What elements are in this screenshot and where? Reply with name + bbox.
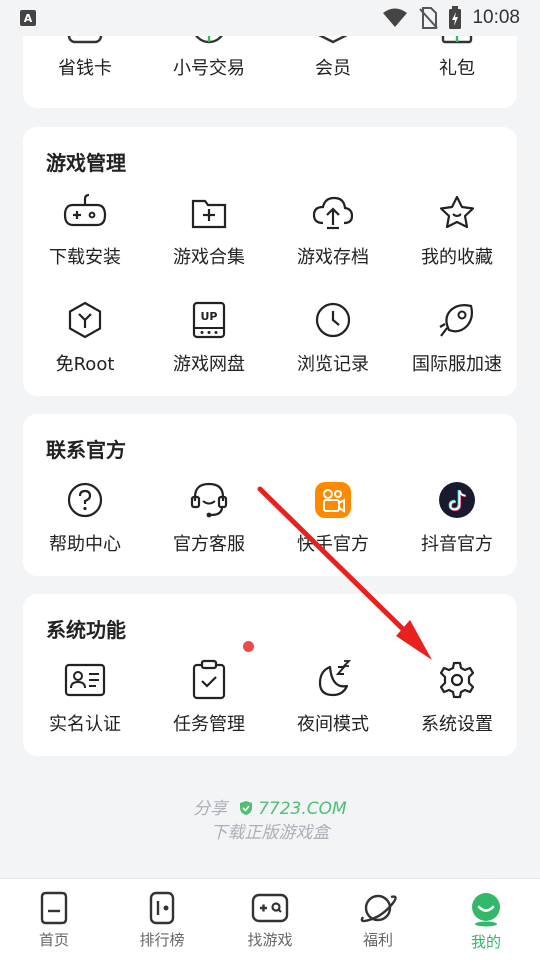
- tab-ranking[interactable]: 排行榜: [108, 879, 216, 960]
- game-management-card: 游戏管理 下载安装 游戏合集 游戏存档 我的收藏 免Root UP 游戏网盘 浏…: [23, 127, 517, 396]
- no-sim-icon: [419, 7, 439, 29]
- star-icon: [435, 191, 479, 235]
- item-no-root[interactable]: 免Root: [23, 298, 147, 376]
- item-game-save[interactable]: 游戏存档: [271, 191, 395, 269]
- item-game-collection[interactable]: 游戏合集: [147, 191, 271, 269]
- wifi-icon: [383, 8, 408, 27]
- item-kuaishou-official[interactable]: 快手官方: [271, 478, 395, 556]
- up-disk-icon: UP: [187, 298, 231, 342]
- section-title: 系统功能: [46, 618, 126, 642]
- item-help-center[interactable]: 帮助中心: [23, 478, 147, 556]
- clock-icon: [311, 298, 355, 342]
- bottom-tab-bar: 首页 排行榜 找游戏 福利 我的: [0, 878, 540, 960]
- item-browse-history[interactable]: 浏览记录: [271, 298, 395, 376]
- id-card-icon: [63, 658, 107, 702]
- tab-find-game[interactable]: 找游戏: [216, 879, 324, 960]
- question-icon: [63, 478, 107, 522]
- clipboard-check-icon: [187, 658, 231, 702]
- item-system-settings[interactable]: 系统设置: [395, 658, 519, 736]
- planet-icon: [360, 894, 397, 923]
- find-game-icon: [251, 893, 289, 923]
- footer-brand: 7723.COM: [258, 799, 347, 819]
- svg-text:UP: UP: [201, 310, 218, 323]
- clock-time: 10:08: [472, 7, 520, 28]
- brand-shield-icon: [239, 800, 253, 822]
- section-title: 联系官方: [46, 438, 126, 462]
- item-night-mode[interactable]: 夜间模式: [271, 658, 395, 736]
- item-customer-service[interactable]: 官方客服: [147, 478, 271, 556]
- tab-welfare[interactable]: 福利: [324, 879, 432, 960]
- gamepad-icon: [63, 191, 107, 235]
- item-game-disk[interactable]: UP 游戏网盘: [147, 298, 271, 376]
- footer-share: 分享: [193, 799, 228, 819]
- item-intl-accelerator[interactable]: 国际服加速: [395, 298, 519, 376]
- contact-official-card: 联系官方 帮助中心 官方客服 快手官方 抖音官方: [23, 414, 517, 576]
- status-bar: A 10:08: [0, 0, 540, 36]
- ranking-icon: [149, 891, 175, 925]
- footer-tagline: 下载正版游戏盒: [210, 823, 330, 843]
- tab-home[interactable]: 首页: [0, 879, 108, 960]
- home-icon: [40, 891, 68, 925]
- footer-branding: 分享 7723.COM 下载正版游戏盒: [0, 798, 540, 844]
- gear-icon: [435, 658, 479, 702]
- item-douyin-official[interactable]: 抖音官方: [395, 478, 519, 556]
- item-task-management[interactable]: 任务管理: [147, 658, 271, 736]
- item-download-install[interactable]: 下载安装: [23, 191, 147, 269]
- item-real-name-auth[interactable]: 实名认证: [23, 658, 147, 736]
- moon-icon: [311, 658, 355, 702]
- headset-icon: [187, 478, 231, 522]
- cloud-upload-icon: [311, 191, 355, 235]
- notification-dot: [243, 641, 254, 652]
- douyin-icon: [435, 478, 479, 522]
- section-title: 游戏管理: [46, 151, 126, 175]
- item-my-favorites[interactable]: 我的收藏: [395, 191, 519, 269]
- kuaishou-icon: [311, 478, 355, 522]
- folder-plus-icon: [187, 191, 231, 235]
- profile-icon: [472, 893, 500, 927]
- system-functions-card: 系统功能 实名认证 任务管理 夜间模式 系统设置: [23, 594, 517, 756]
- hexagon-y-icon: [63, 298, 107, 342]
- tab-profile[interactable]: 我的: [432, 879, 540, 960]
- battery-charging-icon: [449, 6, 462, 29]
- app-notification-icon: A: [20, 10, 36, 26]
- rocket-icon: [435, 298, 479, 342]
